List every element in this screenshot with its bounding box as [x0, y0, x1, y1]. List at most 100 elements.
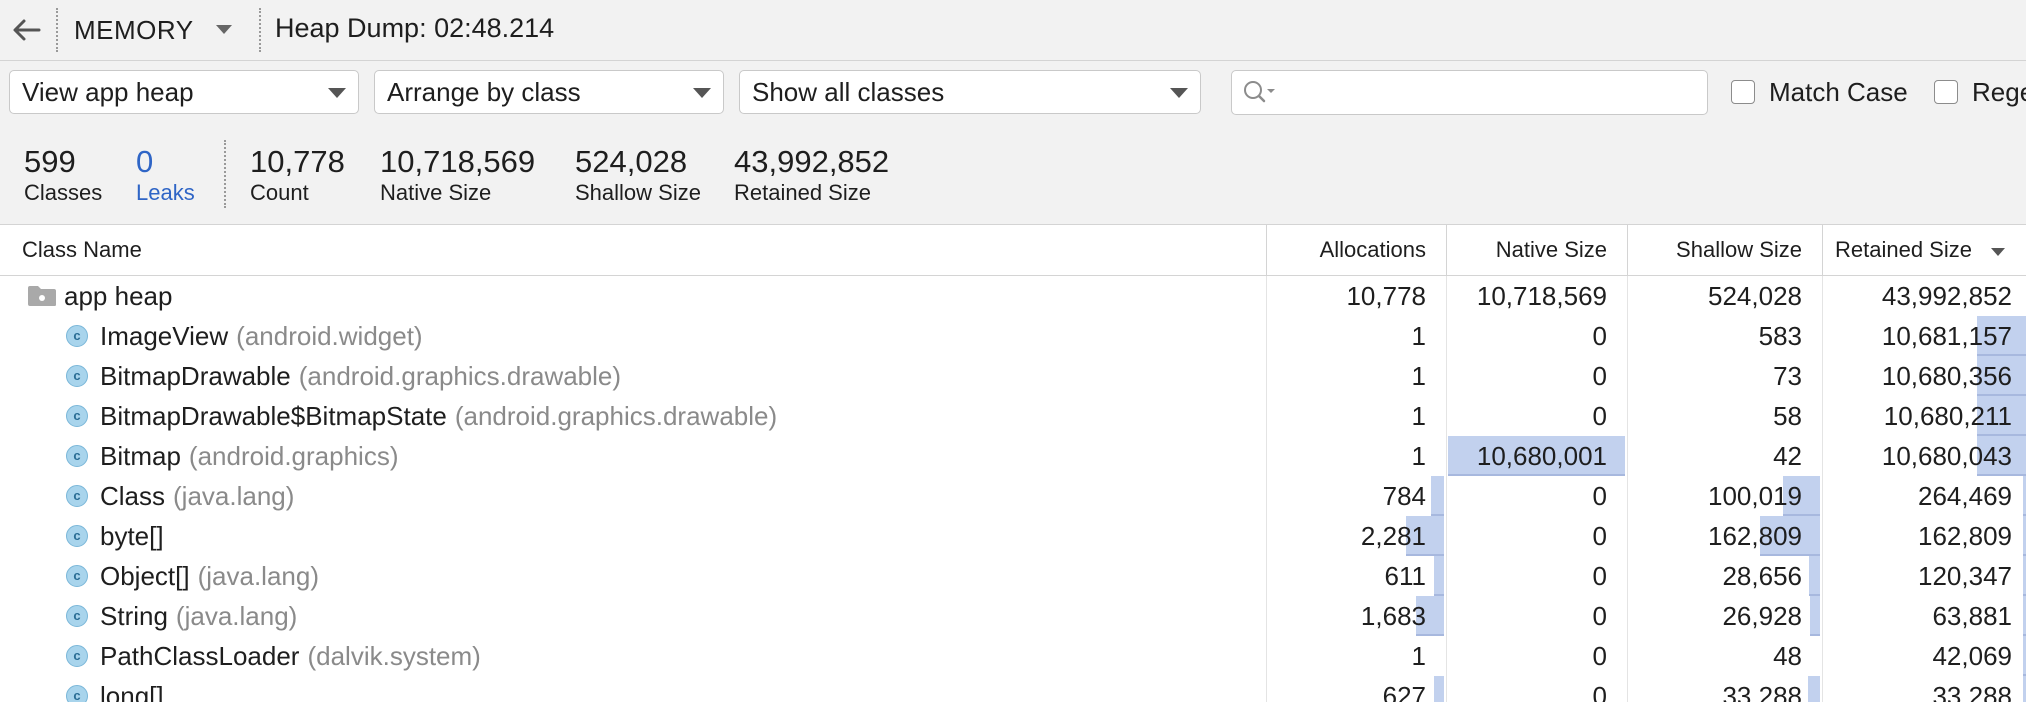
- class-name: app heap: [64, 281, 173, 311]
- package-name: (android.widget): [236, 321, 423, 351]
- class-name-cell: Class (java.lang): [100, 476, 294, 516]
- allocations-cell: 1,683: [1360, 601, 1426, 631]
- toolbar-separator: [259, 8, 261, 52]
- leaks-label[interactable]: Leaks: [136, 180, 195, 206]
- native-size-cell: 0: [1592, 361, 1607, 391]
- package-name: (android.graphics.drawable): [298, 361, 622, 391]
- sort-descending-icon: [1991, 248, 2006, 256]
- folder-icon: [28, 286, 56, 306]
- dropdown-arrow-icon: [1170, 88, 1188, 98]
- allocations-cell: 611: [1384, 561, 1426, 591]
- back-arrow-icon: [13, 19, 41, 41]
- profiler-top-bar: MEMORY Heap Dump: 02:48.214: [0, 0, 2026, 61]
- allocations-cell: 10,778: [1346, 281, 1426, 311]
- class-name: byte[]: [100, 521, 164, 551]
- table-row[interactable]: c ImageView (android.widget) 1 0 583 10,681,15…: [0, 316, 2026, 356]
- class-filter-select-value: Show all classes: [752, 77, 945, 107]
- table-row[interactable]: c Class (java.lang) 784 0 100,019 264,469: [0, 476, 2026, 516]
- native-size-cell: 0: [1592, 681, 1607, 702]
- retained-size-cell: 33,288: [1932, 681, 2012, 702]
- heap-toolbar: View app heap Arrange by class Show all …: [0, 61, 2026, 126]
- class-name-cell: BitmapDrawable$BitmapState (android.graph…: [100, 396, 777, 436]
- table-row[interactable]: c String (java.lang) 1,683 0 26,928 63,881: [0, 596, 2026, 636]
- class-name: PathClassLoader: [100, 641, 300, 671]
- leaks-count[interactable]: 0: [136, 144, 153, 180]
- column-header-retained-size[interactable]: Retained Size: [1823, 225, 2026, 275]
- heap-summary: 599 Classes 0 Leaks 10,778 Count 10,718,…: [0, 126, 2026, 225]
- summary-separator: [224, 140, 226, 208]
- retained-size-cell: 264,469: [1918, 481, 2012, 511]
- column-header-native-size[interactable]: Native Size: [1447, 225, 1627, 275]
- class-name-cell: app heap: [64, 276, 172, 316]
- class-icon: c: [66, 445, 88, 467]
- regex-checkbox[interactable]: [1934, 80, 1958, 104]
- retained-size-cell: 63,881: [1932, 601, 2012, 631]
- profiler-selector[interactable]: MEMORY: [74, 8, 234, 52]
- shallow-size-cell: 48: [1773, 641, 1802, 671]
- native-size-cell: 0: [1592, 401, 1607, 431]
- allocations-cell: 1: [1411, 401, 1426, 431]
- table-row[interactable]: c Object[] (java.lang) 611 0 28,656 120,347: [0, 556, 2026, 596]
- class-icon: c: [66, 365, 88, 387]
- heap-select[interactable]: View app heap: [9, 70, 359, 114]
- shallow-size-cell: 162,809: [1708, 521, 1802, 551]
- native-size-cell: 0: [1592, 321, 1607, 351]
- class-icon: c: [66, 405, 88, 427]
- package-name: (dalvik.system): [307, 641, 481, 671]
- shallow-size-cell: 73: [1773, 361, 1802, 391]
- class-table: app heap 10,778 10,718,569 524,028 43,992,85…: [0, 276, 2026, 702]
- dropdown-arrow-icon: [328, 88, 346, 98]
- back-button[interactable]: [6, 10, 46, 50]
- retained-size-value: 43,992,852: [734, 144, 890, 179]
- class-name: Bitmap: [100, 441, 181, 471]
- shallow-size-cell: 33,288: [1722, 681, 1802, 702]
- package-name: (java.lang): [173, 481, 295, 511]
- table-row[interactable]: c BitmapDrawable$BitmapState (android.grap…: [0, 396, 2026, 436]
- table-row[interactable]: c byte[] 2,281 0 162,809 162,809: [0, 516, 2026, 556]
- table-row[interactable]: c long[] 627 0 33,288 33,288: [0, 676, 2026, 702]
- search-input[interactable]: [1231, 70, 1708, 115]
- table-row[interactable]: c Bitmap (android.graphics) 1 10,680,001 42 10…: [0, 436, 2026, 476]
- heap-dump-title: Heap Dump: 02:48.214: [275, 13, 555, 43]
- class-name: String: [100, 601, 168, 631]
- arrange-select[interactable]: Arrange by class: [374, 70, 724, 114]
- arrange-select-value: Arrange by class: [387, 77, 581, 107]
- class-name-cell: byte[]: [100, 516, 164, 556]
- class-icon: c: [66, 605, 88, 627]
- count-value: 10,778: [250, 144, 345, 179]
- allocations-cell: 627: [1382, 681, 1426, 702]
- column-header-allocations[interactable]: Allocations: [1267, 225, 1446, 275]
- search-icon: [1244, 81, 1275, 103]
- shallow-size-cell: 583: [1758, 321, 1802, 351]
- package-name: (android.graphics.drawable): [454, 401, 778, 431]
- package-name: (java.lang): [197, 561, 319, 591]
- count-label: Count: [250, 180, 309, 205]
- table-row[interactable]: c BitmapDrawable (android.graphics.drawabl…: [0, 356, 2026, 396]
- regex-label: Rege: [1972, 77, 2026, 107]
- class-name-cell: PathClassLoader (dalvik.system): [100, 636, 481, 676]
- native-size-value: 10,718,569: [380, 144, 536, 179]
- heap-select-value: View app heap: [22, 77, 194, 107]
- heap-root-row[interactable]: app heap 10,778 10,718,569 524,028 43,992,85…: [0, 276, 2026, 316]
- allocations-cell: 1: [1411, 441, 1426, 471]
- native-size-cell: 0: [1592, 481, 1607, 511]
- allocations-cell: 1: [1411, 361, 1426, 391]
- class-filter-select[interactable]: Show all classes: [739, 70, 1201, 114]
- table-header: Class Name Allocations Native Size Shall…: [0, 225, 2026, 276]
- native-size-label: Native Size: [380, 180, 492, 205]
- shallow-size-cell: 26,928: [1722, 601, 1802, 631]
- class-name: BitmapDrawable$BitmapState: [100, 401, 447, 431]
- table-row[interactable]: c PathClassLoader (dalvik.system) 1 0 48 42,06…: [0, 636, 2026, 676]
- classes-count: 599: [24, 144, 76, 179]
- shallow-size-value: 524,028: [575, 144, 688, 179]
- retained-size-cell: 10,680,211: [1883, 401, 2012, 431]
- class-name-cell: ImageView (android.widget): [100, 316, 423, 356]
- toolbar-separator: [56, 8, 58, 52]
- allocations-cell: 2,281: [1360, 521, 1426, 551]
- class-icon: c: [66, 525, 88, 547]
- match-case-checkbox[interactable]: [1731, 80, 1755, 104]
- shallow-size-cell: 42: [1773, 441, 1802, 471]
- column-header-shallow-size[interactable]: Shallow Size: [1628, 225, 1822, 275]
- column-header-class-name[interactable]: Class Name: [0, 225, 1266, 275]
- class-icon: c: [66, 565, 88, 587]
